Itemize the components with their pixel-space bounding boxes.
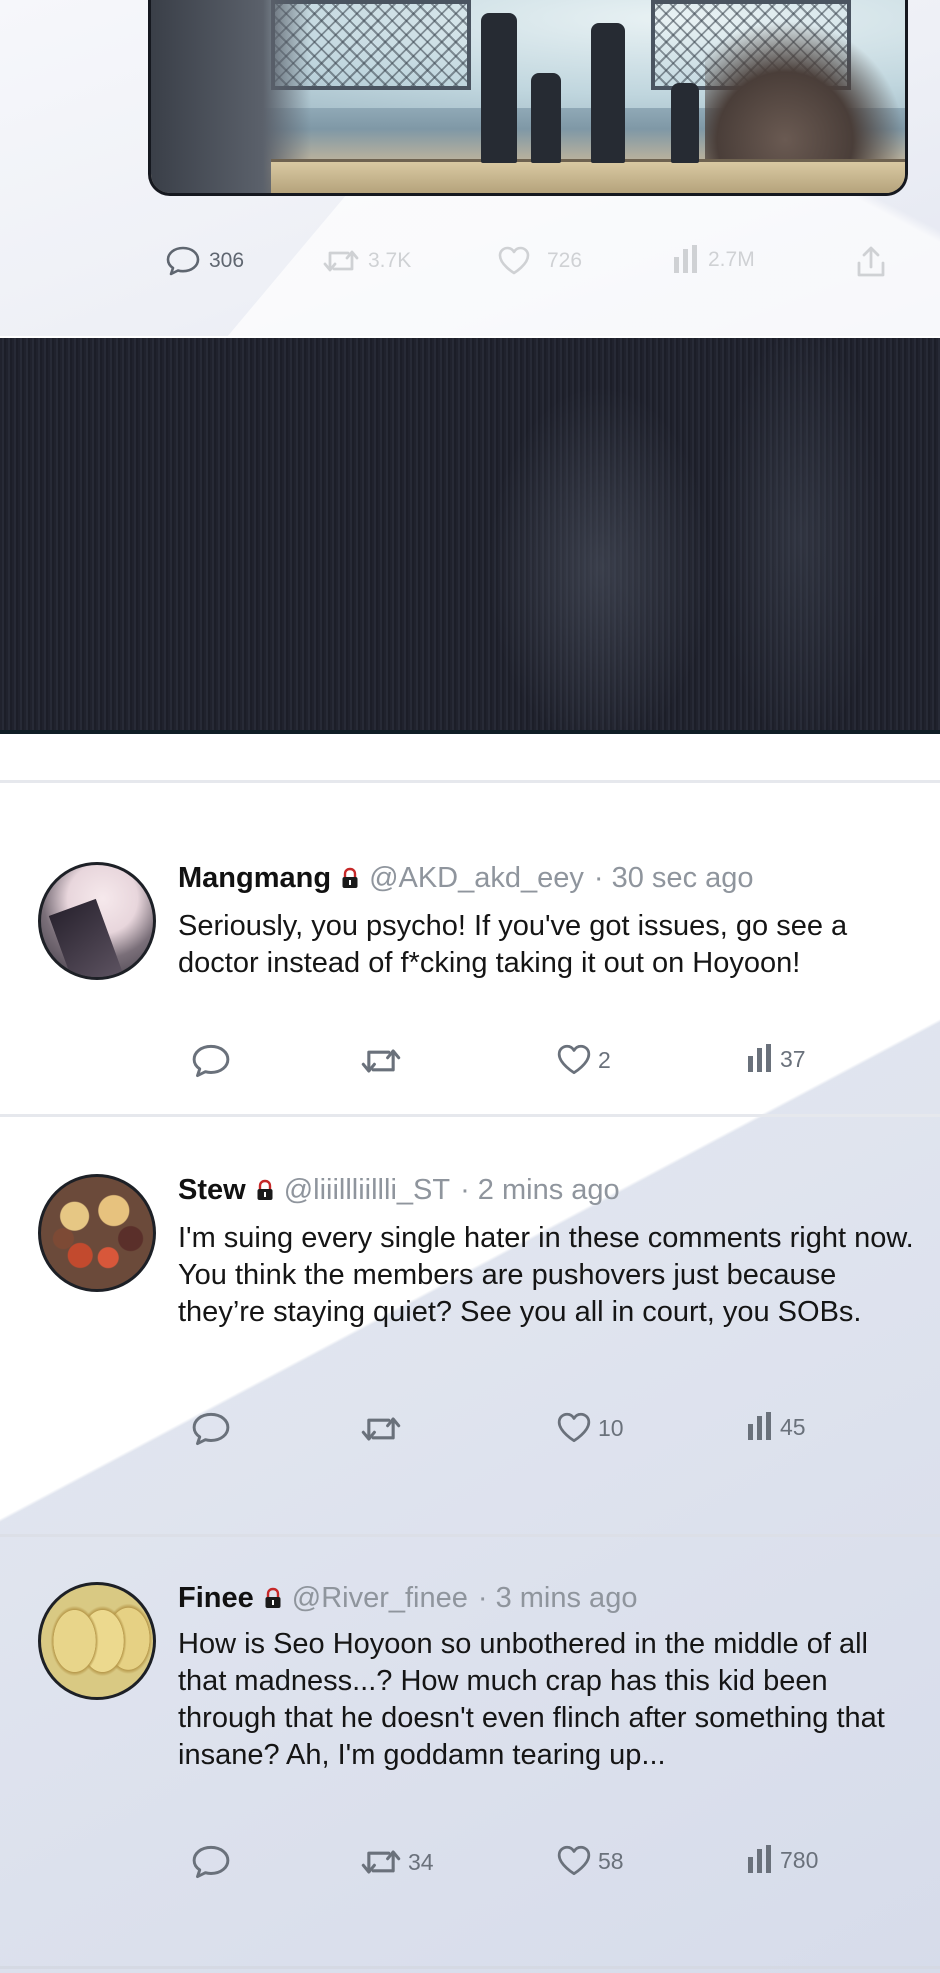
repost-icon — [323, 250, 359, 272]
avatar[interactable] — [38, 1174, 156, 1292]
comment-author-name[interactable]: Stew — [178, 1174, 246, 1207]
repost-icon — [361, 1417, 401, 1441]
post-repost-count: 3.7K — [368, 249, 412, 272]
comment-reply-button[interactable] — [190, 1411, 238, 1447]
views-icon — [748, 1412, 771, 1440]
heart-icon — [557, 1845, 591, 1876]
comment-author-handle[interactable]: @liiillliillli_ST — [284, 1174, 450, 1207]
comment-like-count: 2 — [598, 1046, 611, 1073]
post-section: 306 3.7K 726 2.7M — [0, 0, 940, 336]
comment-views-button[interactable]: 780 — [746, 1844, 818, 1876]
avatar[interactable] — [38, 1582, 156, 1700]
share-icon — [857, 246, 885, 277]
comment-text: I'm suing every single hater in these co… — [178, 1222, 914, 1328]
comment-text: Seriously, you psycho! If you've got iss… — [178, 910, 848, 979]
comment-timestamp: · 3 mins ago — [477, 1582, 638, 1614]
reply-icon — [192, 1412, 230, 1446]
post-views-button[interactable]: 2.7M — [672, 245, 755, 275]
avatar[interactable] — [38, 862, 156, 980]
comment-repost-count: 34 — [408, 1848, 434, 1875]
comment-item[interactable]: Mangmang @AKD_akd_eey · 30 sec ago Serio… — [0, 780, 940, 1150]
comment-reply-button[interactable] — [190, 1844, 238, 1880]
lock-icon — [265, 1587, 281, 1608]
comment-author-name[interactable]: Mangmang — [178, 862, 331, 895]
heart-icon — [498, 246, 530, 275]
views-icon — [748, 1044, 771, 1072]
comment-author-name[interactable]: Finee — [178, 1582, 254, 1615]
comment-views-button[interactable]: 45 — [746, 1411, 806, 1443]
comment-repost-button[interactable] — [360, 1411, 408, 1447]
comic-page: 306 3.7K 726 2.7M Mangmang @AKD_akd_eey … — [0, 0, 940, 1973]
post-share-button[interactable] — [855, 245, 887, 279]
comment-author-handle[interactable]: @River_finee — [292, 1582, 468, 1615]
comment-views-count: 780 — [780, 1846, 819, 1873]
comments-list: Mangmang @AKD_akd_eey · 30 sec ago Serio… — [0, 738, 940, 1973]
comment-like-button[interactable]: 10 — [556, 1411, 624, 1445]
comment-like-count: 58 — [598, 1847, 624, 1874]
lock-icon — [342, 867, 358, 888]
divider — [0, 1966, 940, 1969]
comment-text: How is Seo Hoyoon so unbothered in the m… — [178, 1628, 885, 1771]
heart-icon — [557, 1412, 591, 1443]
comment-timestamp: · 2 mins ago — [460, 1174, 620, 1206]
comment-like-button[interactable]: 2 — [556, 1043, 611, 1077]
repost-icon — [361, 1049, 401, 1073]
comment-reply-button[interactable] — [190, 1043, 238, 1079]
views-icon — [674, 245, 697, 273]
post-repost-button[interactable]: 3.7K — [322, 245, 411, 277]
views-icon — [748, 1845, 771, 1873]
post-reply-button[interactable]: 306 — [165, 245, 244, 277]
comment-author-handle[interactable]: @AKD_akd_eey — [369, 862, 584, 895]
comment-item[interactable]: Finee @River_finee · 3 mins ago How is S… — [0, 1534, 940, 1954]
comment-repost-button[interactable]: 34 — [360, 1844, 434, 1880]
post-reply-count: 306 — [209, 249, 245, 272]
comment-like-count: 10 — [598, 1414, 624, 1441]
comment-views-count: 45 — [780, 1413, 806, 1440]
lock-icon — [257, 1179, 273, 1200]
reply-icon — [192, 1044, 230, 1078]
comment-views-button[interactable]: 37 — [746, 1043, 806, 1075]
comment-views-count: 37 — [780, 1045, 806, 1072]
post-like-count: 726 — [547, 249, 583, 272]
comment-repost-button[interactable] — [360, 1043, 408, 1079]
reply-icon — [166, 246, 200, 276]
post-image[interactable] — [148, 0, 908, 196]
post-like-button[interactable]: 726 — [497, 245, 582, 277]
comment-like-button[interactable]: 58 — [556, 1844, 624, 1878]
comment-item[interactable]: Stew @liiillliillli_ST · 2 mins ago I'm … — [0, 1114, 940, 1499]
repost-icon — [361, 1850, 401, 1874]
heart-icon — [557, 1044, 591, 1075]
post-views-count: 2.7M — [708, 248, 755, 271]
reply-icon — [192, 1845, 230, 1879]
comment-timestamp: · 30 sec ago — [593, 862, 754, 894]
dark-panel — [0, 338, 940, 734]
